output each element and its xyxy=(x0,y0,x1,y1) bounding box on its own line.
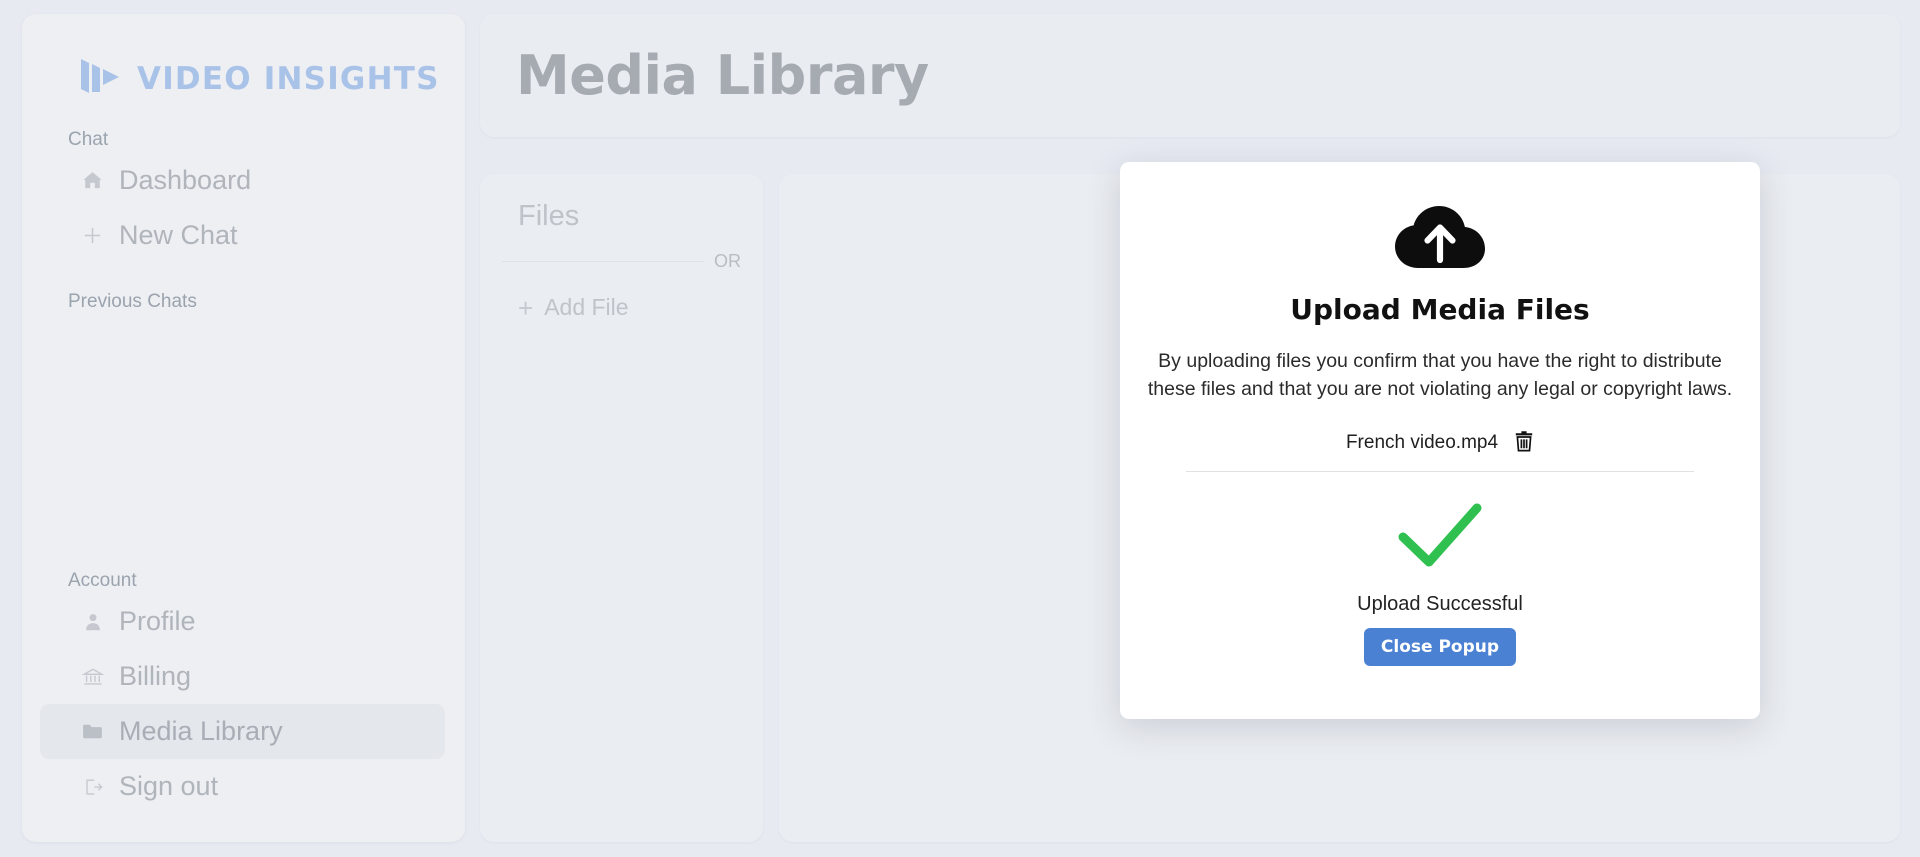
logo-text-secondary: INSIGHTS xyxy=(263,60,440,97)
main-content: Media Library Files OR + Add File Upload… xyxy=(480,14,1900,842)
trash-icon xyxy=(1514,430,1534,455)
sidebar-item-profile[interactable]: Profile xyxy=(40,594,445,649)
files-panel: Files OR + Add File xyxy=(480,174,763,842)
user-icon xyxy=(80,609,105,634)
sidebar-item-label: New Chat xyxy=(119,220,238,250)
sidebar-section-account-label: Account xyxy=(68,570,137,591)
logo-text-primary: VIDEO xyxy=(137,60,252,97)
logo-text: VIDEO INSIGHTS xyxy=(137,61,440,97)
check-icon xyxy=(1396,500,1484,577)
page-title: Media Library xyxy=(516,44,929,107)
bank-icon xyxy=(80,664,105,689)
folder-icon xyxy=(80,719,105,744)
video-insights-logo-icon xyxy=(78,56,124,101)
cloud-upload-icon xyxy=(1120,198,1760,279)
sidebar-item-sign-out[interactable]: Sign out xyxy=(40,759,445,814)
sidebar-item-label: Profile xyxy=(119,606,196,636)
or-separator: OR xyxy=(480,233,763,272)
modal-description: By uploading files you confirm that you … xyxy=(1147,350,1733,400)
uploaded-file-row: French video.mp4 xyxy=(1186,430,1694,473)
sidebar-account-block: Account Profile Billing Media Library Si… xyxy=(22,570,465,814)
close-popup-button[interactable]: Close Popup xyxy=(1363,628,1517,667)
upload-media-modal: Upload Media Files By uploading files yo… xyxy=(1120,162,1760,719)
sidebar-item-media-library[interactable]: Media Library xyxy=(40,704,445,759)
sidebar-item-billing[interactable]: Billing xyxy=(40,649,445,704)
sidebar-item-dashboard[interactable]: Dashboard xyxy=(40,153,445,208)
or-label: OR xyxy=(714,251,741,271)
add-file-button[interactable]: + Add File xyxy=(480,272,763,321)
sidebar-item-label: Sign out xyxy=(119,771,219,801)
modal-title: Upload Media Files xyxy=(1290,293,1590,326)
uploaded-file-name: French video.mp4 xyxy=(1345,431,1499,453)
delete-file-button[interactable] xyxy=(1514,430,1534,455)
add-file-label: Add File xyxy=(544,294,629,320)
sidebar-section-previous-chats-label: Previous Chats xyxy=(68,291,197,312)
sidebar: VIDEO INSIGHTS Chat Dashboard New Chat P… xyxy=(22,14,465,842)
app-logo[interactable]: VIDEO INSIGHTS xyxy=(22,14,465,101)
upload-status-icon-wrap xyxy=(1120,500,1760,577)
upload-status-text: Upload Successful xyxy=(1357,593,1523,616)
logout-icon xyxy=(80,774,105,799)
files-panel-title: Files xyxy=(518,200,580,232)
sidebar-item-new-chat[interactable]: New Chat xyxy=(40,208,445,263)
page-header: Media Library xyxy=(480,14,1900,137)
home-icon xyxy=(80,168,105,193)
plus-icon xyxy=(80,223,105,248)
app-root: VIDEO INSIGHTS Chat Dashboard New Chat P… xyxy=(0,0,1920,857)
sidebar-item-label: Media Library xyxy=(119,716,283,746)
or-divider-line xyxy=(502,261,704,262)
sidebar-item-label: Dashboard xyxy=(119,165,252,195)
sidebar-item-label: Billing xyxy=(119,661,192,691)
plus-icon: + xyxy=(518,292,534,323)
sidebar-section-chat-label: Chat xyxy=(68,129,109,150)
